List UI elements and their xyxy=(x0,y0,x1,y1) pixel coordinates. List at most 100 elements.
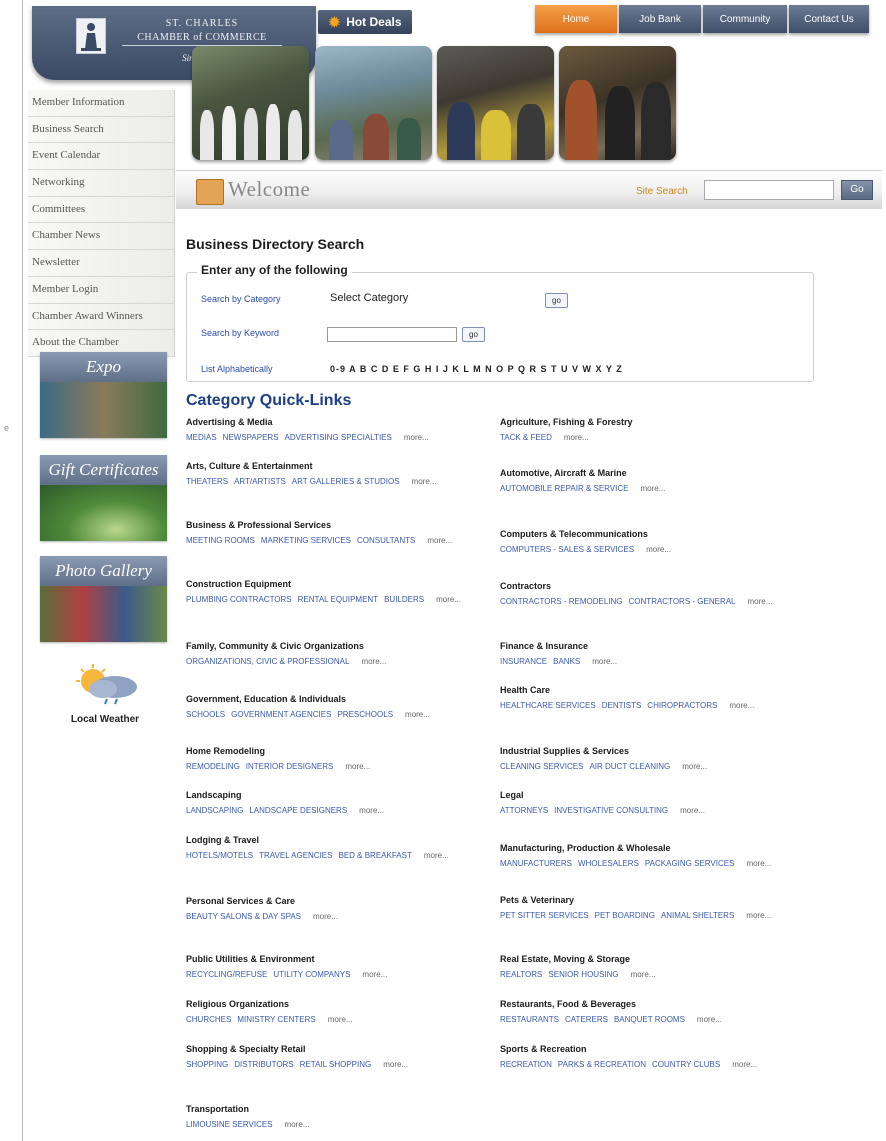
category-select[interactable]: Select Category xyxy=(330,292,408,304)
category-link[interactable]: Banks xyxy=(553,657,580,666)
category-link[interactable]: Manufacturers xyxy=(500,859,572,868)
more-link[interactable]: more... xyxy=(732,1060,757,1069)
category-link[interactable]: Distributors xyxy=(234,1060,293,1069)
more-link[interactable]: more... xyxy=(328,1015,353,1024)
category-title[interactable]: Computers & Telecommunications xyxy=(500,528,810,540)
nav-home[interactable]: Home xyxy=(535,5,617,33)
category-title[interactable]: Shopping & Specialty Retail xyxy=(186,1043,496,1055)
more-link[interactable]: more... xyxy=(359,806,384,815)
more-link[interactable]: more... xyxy=(640,484,665,493)
category-link[interactable]: Retail Shopping xyxy=(300,1060,372,1069)
more-link[interactable]: more... xyxy=(361,657,386,666)
category-link[interactable]: Recycling/Refuse xyxy=(186,970,267,979)
more-link[interactable]: more... xyxy=(682,762,707,771)
more-link[interactable]: more... xyxy=(285,1120,310,1129)
site-search-go-button[interactable]: Go xyxy=(841,180,873,200)
category-link[interactable]: Banquet Rooms xyxy=(614,1015,685,1024)
category-link[interactable]: Utility Companys xyxy=(273,970,350,979)
nav-job-bank[interactable]: Job Bank xyxy=(619,5,701,33)
category-title[interactable]: Personal Services & Care xyxy=(186,895,496,907)
category-link[interactable]: Ministry Centers xyxy=(237,1015,315,1024)
category-link[interactable]: Advertising Specialties xyxy=(285,433,392,442)
category-title[interactable]: Real Estate, Moving & Storage xyxy=(500,953,810,965)
category-link[interactable]: Dentists xyxy=(602,701,642,710)
category-title[interactable]: Government, Education & Individuals xyxy=(186,693,496,705)
local-weather-link[interactable]: Local Weather xyxy=(55,663,155,725)
category-title[interactable]: Pets & Veterinary xyxy=(500,894,810,906)
category-link[interactable]: Tack & Feed xyxy=(500,433,552,442)
category-link[interactable]: Interior Designers xyxy=(246,762,334,771)
category-link[interactable]: Art Galleries & Studios xyxy=(292,477,400,486)
category-link[interactable]: Contractors - General xyxy=(629,597,736,606)
category-link[interactable]: Wholesalers xyxy=(578,859,639,868)
keyword-go-button[interactable]: go xyxy=(462,327,485,342)
category-title[interactable]: Construction Equipment xyxy=(186,578,496,590)
category-link[interactable]: Builders xyxy=(384,595,424,604)
category-link[interactable]: Senior Housing xyxy=(548,970,618,979)
category-link[interactable]: Art/Artists xyxy=(234,477,286,486)
more-link[interactable]: more... xyxy=(680,806,705,815)
category-link[interactable]: Pet Boarding xyxy=(595,911,655,920)
menu-member-login[interactable]: Member Login xyxy=(28,277,174,304)
category-title[interactable]: Finance & Insurance xyxy=(500,640,810,652)
more-link[interactable]: more... xyxy=(345,762,370,771)
category-link[interactable]: Automobile Repair & Service xyxy=(500,484,628,493)
category-title[interactable]: Contractors xyxy=(500,580,810,592)
category-link[interactable]: Healthcare Services xyxy=(500,701,596,710)
category-title[interactable]: Agriculture, Fishing & Forestry xyxy=(500,416,810,428)
category-title[interactable]: Family, Community & Civic Organizations xyxy=(186,640,496,652)
category-link[interactable]: Plumbing Contractors xyxy=(186,595,292,604)
category-link[interactable]: Realtors xyxy=(500,970,542,979)
category-link[interactable]: Remodeling xyxy=(186,762,240,771)
category-link[interactable]: Computers - Sales & Services xyxy=(500,545,634,554)
category-link[interactable]: Medias xyxy=(186,433,217,442)
keyword-input[interactable] xyxy=(327,327,457,342)
more-link[interactable]: more... xyxy=(313,912,338,921)
more-link[interactable]: more... xyxy=(746,911,771,920)
category-title[interactable]: Health Care xyxy=(500,684,810,696)
category-link[interactable]: Attorneys xyxy=(500,806,548,815)
category-link[interactable]: Chiropractors xyxy=(647,701,717,710)
category-link[interactable]: Churches xyxy=(186,1015,231,1024)
category-link[interactable]: Newspapers xyxy=(223,433,279,442)
more-link[interactable]: more... xyxy=(405,710,430,719)
category-link[interactable]: Caterers xyxy=(565,1015,608,1024)
hot-deals-button[interactable]: ✹ Hot Deals xyxy=(318,10,412,34)
category-link[interactable]: Meeting Rooms xyxy=(186,536,255,545)
category-link[interactable]: Limousine Services xyxy=(186,1120,273,1129)
more-link[interactable]: more... xyxy=(746,859,771,868)
menu-event-calendar[interactable]: Event Calendar xyxy=(28,143,174,171)
category-link[interactable]: Contractors - Remodeling xyxy=(500,597,623,606)
category-title[interactable]: Arts, Culture & Entertainment xyxy=(186,460,496,472)
category-title[interactable]: Home Remodeling xyxy=(186,745,496,757)
category-link[interactable]: Preschools xyxy=(337,710,393,719)
promo-photo-gallery[interactable]: Photo Gallery xyxy=(40,556,167,642)
menu-business-search[interactable]: Business Search xyxy=(28,117,174,144)
category-link[interactable]: Animal Shelters xyxy=(661,911,734,920)
category-title[interactable]: Landscaping xyxy=(186,789,496,801)
category-title[interactable]: Public Utilities & Environment xyxy=(186,953,496,965)
category-link[interactable]: Packaging Services xyxy=(645,859,735,868)
category-link[interactable]: Hotels/Motels xyxy=(186,851,253,860)
category-link[interactable]: Shopping xyxy=(186,1060,228,1069)
category-link[interactable]: Theaters xyxy=(186,477,228,486)
more-link[interactable]: more... xyxy=(436,595,461,604)
alphabet-links[interactable]: 0-9 A B C D E F G H I J K L M N O P Q R … xyxy=(330,364,623,374)
more-link[interactable]: more... xyxy=(646,545,671,554)
category-link[interactable]: Organizations, Civic & Professional xyxy=(186,657,349,666)
more-link[interactable]: more... xyxy=(404,433,429,442)
site-search-input[interactable] xyxy=(704,180,834,200)
promo-expo[interactable]: Expo xyxy=(40,352,167,438)
category-title[interactable]: Religious Organizations xyxy=(186,998,496,1010)
more-link[interactable]: more... xyxy=(631,970,656,979)
more-link[interactable]: more... xyxy=(592,657,617,666)
category-link[interactable]: Government Agencies xyxy=(231,710,331,719)
category-title[interactable]: Sports & Recreation xyxy=(500,1043,810,1055)
category-title[interactable]: Manufacturing, Production & Wholesale xyxy=(500,842,810,854)
category-link[interactable]: Country Clubs xyxy=(652,1060,720,1069)
more-link[interactable]: more... xyxy=(427,536,452,545)
category-title[interactable]: Legal xyxy=(500,789,810,801)
category-title[interactable]: Industrial Supplies & Services xyxy=(500,745,810,757)
nav-community[interactable]: Community xyxy=(703,5,787,33)
category-link[interactable]: Travel Agencies xyxy=(259,851,332,860)
